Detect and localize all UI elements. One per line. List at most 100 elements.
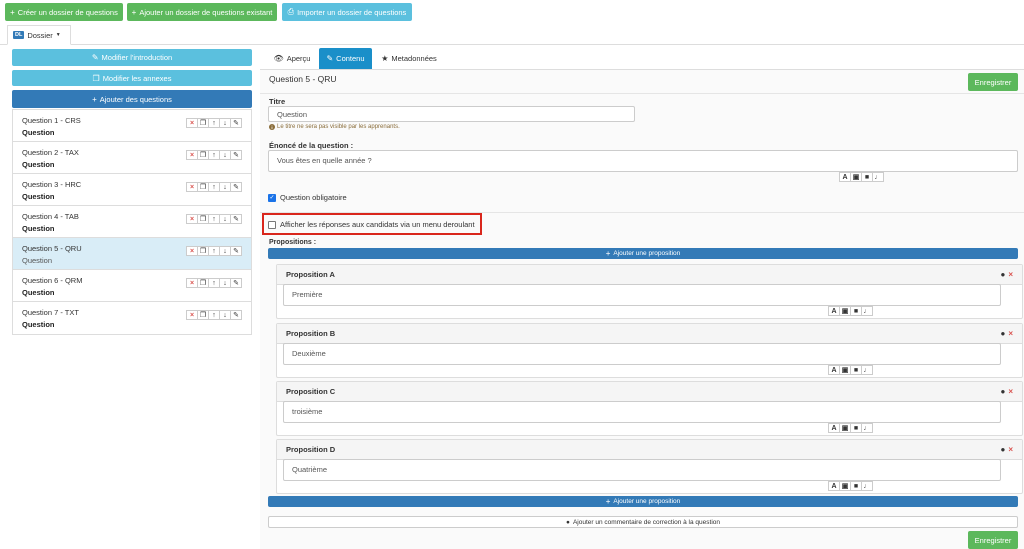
proposition-label: Proposition D — [286, 445, 336, 454]
create-dossier-button[interactable]: + Créer un dossier de questions — [5, 3, 123, 21]
question-item[interactable]: Question 2 - TAX Question × ❐ ↑ ↓ ✎ — [13, 142, 251, 174]
titre-label: Titre — [269, 97, 286, 106]
create-dossier-label: Créer un dossier de questions — [17, 7, 118, 17]
question-item-type: Question — [22, 288, 55, 297]
edit-intro-button[interactable]: ✎ Modifier l'introduction — [12, 49, 252, 66]
menu-deroulant-row: Afficher les réponses aux candidats via … — [268, 220, 475, 229]
caret-down-icon: ▼ — [55, 32, 61, 38]
proposition-media-toolbar: A ▣ ■ ♩ — [828, 306, 873, 316]
dossier-badge: DL — [13, 31, 25, 39]
tab-apercu-label: Aperçu — [286, 54, 311, 63]
add-proposition-button-top[interactable]: + Ajouter une proposition — [268, 248, 1018, 259]
obligatoire-row: ✓ Question obligatoire — [268, 193, 347, 202]
enonce-media-toolbar: A ▣ ■ ♩ — [839, 172, 884, 182]
proposition-header: Proposition B ● × — [277, 324, 1022, 344]
edit-square-icon: ✎ — [326, 54, 334, 63]
copy-icon: ❐ — [92, 73, 100, 83]
edit-icon[interactable]: ✎ — [230, 214, 242, 224]
proposition-header: Proposition D ● × — [277, 440, 1022, 460]
tab-apercu[interactable]: 👁 Aperçu — [269, 48, 315, 69]
info-circle-icon: i — [269, 124, 275, 130]
menu-deroulant-label: Afficher les réponses aux candidats via … — [280, 220, 475, 229]
delete-icon[interactable]: × — [1008, 445, 1013, 454]
plus-icon: + — [605, 249, 611, 258]
add-proposition-label: Ajouter une proposition — [613, 498, 681, 505]
edit-icon[interactable]: ✎ — [230, 118, 242, 128]
question-item[interactable]: Question 4 - TAB Question × ❐ ↑ ↓ ✎ — [13, 206, 251, 238]
question-item[interactable]: Question 3 - HRC Question × ❐ ↑ ↓ ✎ — [13, 174, 251, 206]
question-item-type: Question — [22, 224, 55, 233]
enonce-label: Énoncé de la question : — [269, 141, 354, 150]
delete-icon[interactable]: × — [1008, 270, 1013, 279]
header-divider — [260, 93, 1024, 94]
proposition-input[interactable]: Deuxième — [283, 343, 1001, 365]
proposition-label: Proposition A — [286, 270, 335, 279]
audio-icon[interactable]: ♩ — [861, 481, 873, 491]
question-list: Question 1 - CRS Question × ❐ ↑ ↓ ✎ Question… — [12, 109, 252, 335]
question-item-selected[interactable]: Question 5 - QRU Question × ❐ ↑ ↓ ✎ — [13, 238, 251, 270]
question-item-type: Question — [22, 128, 55, 137]
comment-icon[interactable]: ● — [1000, 270, 1005, 279]
proposition-label: Proposition B — [286, 329, 336, 338]
question-item-type: Question — [22, 320, 55, 329]
add-proposition-label: Ajouter une proposition — [613, 250, 681, 257]
proposition-header: Proposition A ● × — [277, 265, 1022, 285]
audio-icon[interactable]: ♩ — [872, 172, 884, 182]
comment-icon[interactable]: ● — [1000, 387, 1005, 396]
delete-icon[interactable]: × — [1008, 387, 1013, 396]
edit-annexes-button[interactable]: ❐ Modifier les annexes — [12, 70, 252, 86]
obligatoire-label: Question obligatoire — [280, 193, 347, 202]
plus-icon: + — [10, 7, 15, 17]
enonce-editor[interactable]: Vous êtes en quelle année ? — [268, 150, 1018, 172]
edit-icon[interactable]: ✎ — [230, 310, 242, 320]
edit-annexes-label: Modifier les annexes — [102, 73, 172, 83]
star-icon: ★ — [381, 54, 389, 63]
dossier-tab[interactable]: DL Dossier ▼ — [7, 25, 71, 45]
tab-metadonnees[interactable]: ★ Metadonnées — [378, 48, 440, 69]
add-questions-label: Ajouter des questions — [99, 94, 172, 104]
tab-divider — [0, 44, 1024, 45]
proposition-media-toolbar: A ▣ ■ ♩ — [828, 423, 873, 433]
edit-intro-label: Modifier l'introduction — [101, 53, 173, 62]
add-existing-dossier-button[interactable]: + Ajouter un dossier de questions existan… — [127, 3, 277, 21]
proposition-media-toolbar: A ▣ ■ ♩ — [828, 481, 873, 491]
titre-hint: i Le titre ne sera pas visible par les a… — [269, 124, 400, 130]
comment-icon[interactable]: ● — [1000, 329, 1005, 338]
proposition-input[interactable]: troisième — [283, 401, 1001, 423]
save-button-top[interactable]: Enregistrer — [968, 73, 1018, 91]
proposition-input[interactable]: Quatrième — [283, 459, 1001, 481]
plus-icon: + — [605, 497, 611, 506]
question-heading: Question 5 - QRU — [269, 74, 337, 84]
audio-icon[interactable]: ♩ — [861, 306, 873, 316]
tab-contenu-label: Contenu — [336, 54, 365, 63]
main-tab-divider — [260, 69, 1024, 70]
edit-icon[interactable]: ✎ — [230, 278, 242, 288]
proposition-input[interactable]: Première — [283, 284, 1001, 306]
edit-icon[interactable]: ✎ — [230, 150, 242, 160]
audio-icon[interactable]: ♩ — [861, 365, 873, 375]
tab-contenu[interactable]: ✎ Contenu — [319, 48, 372, 69]
menu-deroulant-checkbox[interactable] — [268, 220, 276, 229]
question-item[interactable]: Question 1 - CRS Question × ❐ ↑ ↓ ✎ — [13, 110, 251, 142]
audio-icon[interactable]: ♩ — [861, 423, 873, 433]
delete-icon[interactable]: × — [1008, 329, 1013, 338]
proposition-media-toolbar: A ▣ ■ ♩ — [828, 365, 873, 375]
question-item[interactable]: Question 7 - TXT Question × ❐ ↑ ↓ ✎ — [13, 302, 251, 334]
add-questions-button[interactable]: + Ajouter des questions — [12, 90, 252, 108]
add-comment-button[interactable]: ● Ajouter un commentaire de correction à … — [268, 516, 1018, 528]
import-dossier-button[interactable]: ⎙ Importer un dossier de questions — [282, 3, 412, 21]
titre-hint-text: Le titre ne sera pas visible par les app… — [277, 124, 400, 130]
pencil-icon: ✎ — [91, 53, 99, 62]
plus-icon: + — [131, 7, 137, 17]
tab-metadonnees-label: Metadonnées — [391, 54, 437, 63]
obligatoire-checkbox[interactable]: ✓ — [268, 193, 276, 202]
eye-icon: 👁 — [273, 54, 284, 63]
edit-icon[interactable]: ✎ — [230, 246, 242, 256]
save-button-bottom[interactable]: Enregistrer — [968, 531, 1018, 549]
add-proposition-button-bottom[interactable]: + Ajouter une proposition — [268, 496, 1018, 507]
comment-icon: ● — [566, 518, 570, 526]
edit-icon[interactable]: ✎ — [230, 182, 242, 192]
titre-input[interactable]: Question — [268, 106, 635, 122]
question-item[interactable]: Question 6 - QRM Question × ❐ ↑ ↓ ✎ — [13, 270, 251, 302]
comment-icon[interactable]: ● — [1000, 445, 1005, 454]
